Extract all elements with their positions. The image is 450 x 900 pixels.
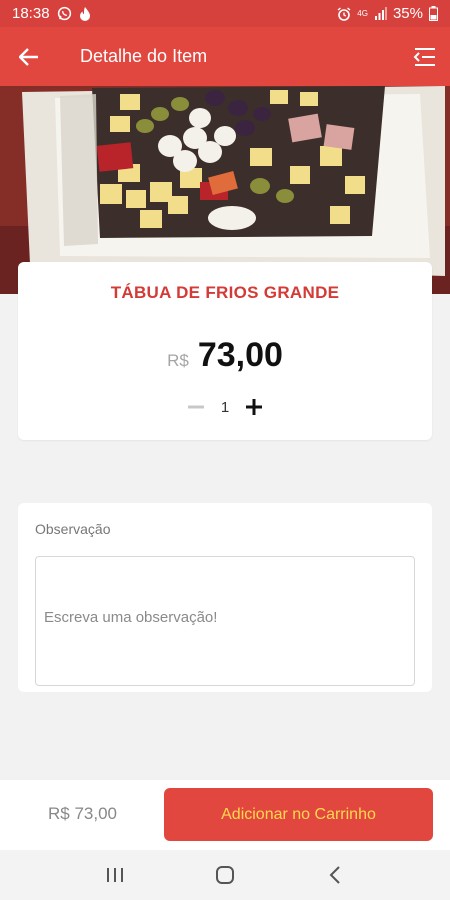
network-label: 4G — [357, 8, 368, 18]
decrease-quantity-button[interactable] — [183, 394, 209, 420]
menu-button[interactable] — [400, 27, 450, 86]
status-time: 18:38 — [12, 5, 50, 22]
product-card: TÁBUA DE FRIOS GRANDE R$ 73,00 1 — [18, 262, 432, 440]
item-price: 73,00 — [197, 336, 283, 374]
recent-apps-icon — [107, 868, 123, 882]
item-title: TÁBUA DE FRIOS GRANDE — [110, 283, 340, 302]
page-title: Detalhe do Item — [80, 46, 208, 66]
fire-icon — [79, 6, 91, 21]
app-bar: Detalhe do Item — [0, 27, 450, 86]
increase-quantity-button[interactable] — [241, 394, 267, 420]
battery-icon — [429, 6, 438, 21]
recent-apps-button[interactable] — [95, 855, 135, 895]
system-back-button[interactable] — [315, 855, 355, 895]
price-currency: R$ — [167, 351, 189, 370]
system-nav-bar — [0, 850, 450, 900]
quantity-stepper: 1 — [18, 394, 432, 420]
observation-card: Observação — [18, 503, 432, 692]
back-icon — [329, 866, 340, 884]
observation-input[interactable] — [35, 556, 415, 686]
arrow-left-icon — [19, 47, 38, 66]
plus-icon — [246, 399, 262, 415]
total-price: R$ 73,00 — [48, 804, 117, 823]
back-button[interactable] — [0, 27, 58, 86]
whatsapp-icon — [57, 6, 72, 21]
quantity-value: 1 — [220, 398, 230, 416]
checkout-bar: R$ 73,00 Adicionar no Carrinho — [0, 780, 450, 850]
home-icon — [216, 866, 234, 884]
battery-percent: 35% — [392, 5, 423, 22]
status-bar: 18:38 4G 35% — [0, 0, 450, 27]
add-to-cart-button[interactable]: Adicionar no Carrinho — [164, 788, 433, 841]
minus-icon — [188, 405, 204, 409]
menu-collapse-icon — [413, 47, 435, 66]
price-row: R$ 73,00 — [18, 336, 432, 375]
home-button[interactable] — [205, 855, 245, 895]
alarm-icon — [337, 6, 351, 21]
network-icon: 4G — [357, 8, 368, 18]
observation-label: Observação — [35, 521, 111, 537]
signal-icon — [374, 7, 387, 20]
